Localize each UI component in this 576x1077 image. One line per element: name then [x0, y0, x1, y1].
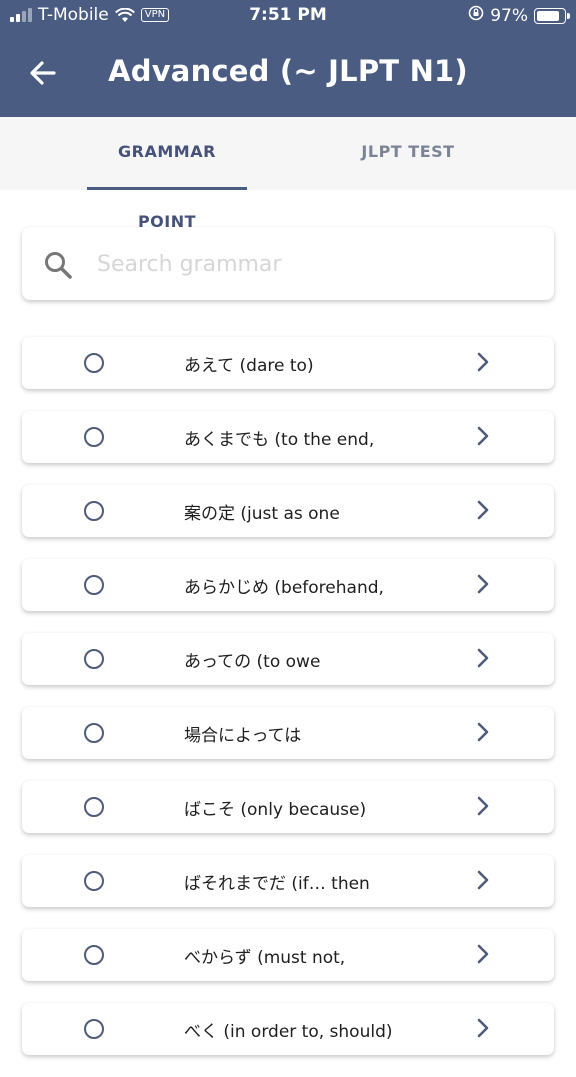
- chevron-right-icon: [476, 352, 490, 376]
- list-item[interactable]: あえて (dare to): [22, 337, 554, 389]
- search-input[interactable]: [95, 241, 539, 287]
- radio-button[interactable]: [84, 501, 104, 521]
- radio-button[interactable]: [84, 649, 104, 669]
- tab-jlpt-test[interactable]: JLPT TEST: [328, 117, 488, 190]
- grammar-label: べく (in order to, should): [184, 1022, 393, 1042]
- chevron-right-icon: [476, 796, 490, 820]
- status-right: 97%: [468, 5, 570, 26]
- radio-button[interactable]: [84, 723, 104, 743]
- list-item[interactable]: べからず (must not,: [22, 929, 554, 981]
- search-icon: [42, 249, 74, 285]
- active-tab-indicator: [87, 187, 247, 190]
- radio-button[interactable]: [84, 945, 104, 965]
- page-title: Advanced (~ JLPT N1): [108, 54, 468, 88]
- grammar-label: べからず (must not,: [184, 948, 346, 968]
- radio-button[interactable]: [84, 797, 104, 817]
- top-bar: T-Mobile VPN 7:51 PM 97% Advanced (~ JLP…: [0, 0, 576, 117]
- chevron-right-icon: [476, 722, 490, 746]
- list-item[interactable]: 場合によっては: [22, 707, 554, 759]
- battery-icon: [534, 7, 570, 24]
- grammar-label: あえて (dare to): [184, 356, 314, 376]
- list-item[interactable]: あらかじめ (beforehand,: [22, 559, 554, 611]
- chevron-right-icon: [476, 944, 490, 968]
- list-item[interactable]: べく (in order to, should): [22, 1003, 554, 1055]
- tab-bar: GRAMMAR POINT JLPT TEST: [0, 117, 576, 231]
- chevron-right-icon: [476, 1018, 490, 1042]
- list-item[interactable]: ばこそ (only because): [22, 781, 554, 833]
- list-item[interactable]: 案の定 (just as one: [22, 485, 554, 537]
- chevron-right-icon: [476, 574, 490, 598]
- radio-button[interactable]: [84, 1019, 104, 1039]
- battery-percent: 97%: [490, 5, 528, 26]
- chevron-right-icon: [476, 500, 490, 524]
- status-bar: T-Mobile VPN 7:51 PM 97%: [0, 0, 576, 34]
- list-item[interactable]: あっての (to owe: [22, 633, 554, 685]
- radio-button[interactable]: [84, 353, 104, 373]
- radio-button[interactable]: [84, 427, 104, 447]
- list-item[interactable]: ばそれまでだ (if… then: [22, 855, 554, 907]
- app-bar: Advanced (~ JLPT N1): [0, 34, 576, 117]
- tab-grammar-point[interactable]: GRAMMAR POINT: [87, 117, 247, 231]
- list-item[interactable]: あくまでも (to the end,: [22, 411, 554, 463]
- search-box: [22, 227, 554, 300]
- grammar-list: あえて (dare to) あくまでも (to the end, 案の定 (ju…: [22, 337, 554, 1077]
- grammar-label: あくまでも (to the end,: [184, 430, 375, 450]
- radio-button[interactable]: [84, 871, 104, 891]
- grammar-label: あっての (to owe: [184, 652, 321, 672]
- grammar-label: 案の定 (just as one: [184, 504, 340, 524]
- grammar-label: ばこそ (only because): [184, 800, 367, 820]
- rotation-lock-icon: [468, 5, 484, 26]
- grammar-label: 場合によっては: [184, 726, 302, 746]
- grammar-label: ばそれまでだ (if… then: [184, 874, 370, 894]
- chevron-right-icon: [476, 648, 490, 672]
- chevron-right-icon: [476, 870, 490, 894]
- battery-fill: [537, 10, 559, 21]
- grammar-label: あらかじめ (beforehand,: [184, 578, 384, 598]
- chevron-right-icon: [476, 426, 490, 450]
- radio-button[interactable]: [84, 575, 104, 595]
